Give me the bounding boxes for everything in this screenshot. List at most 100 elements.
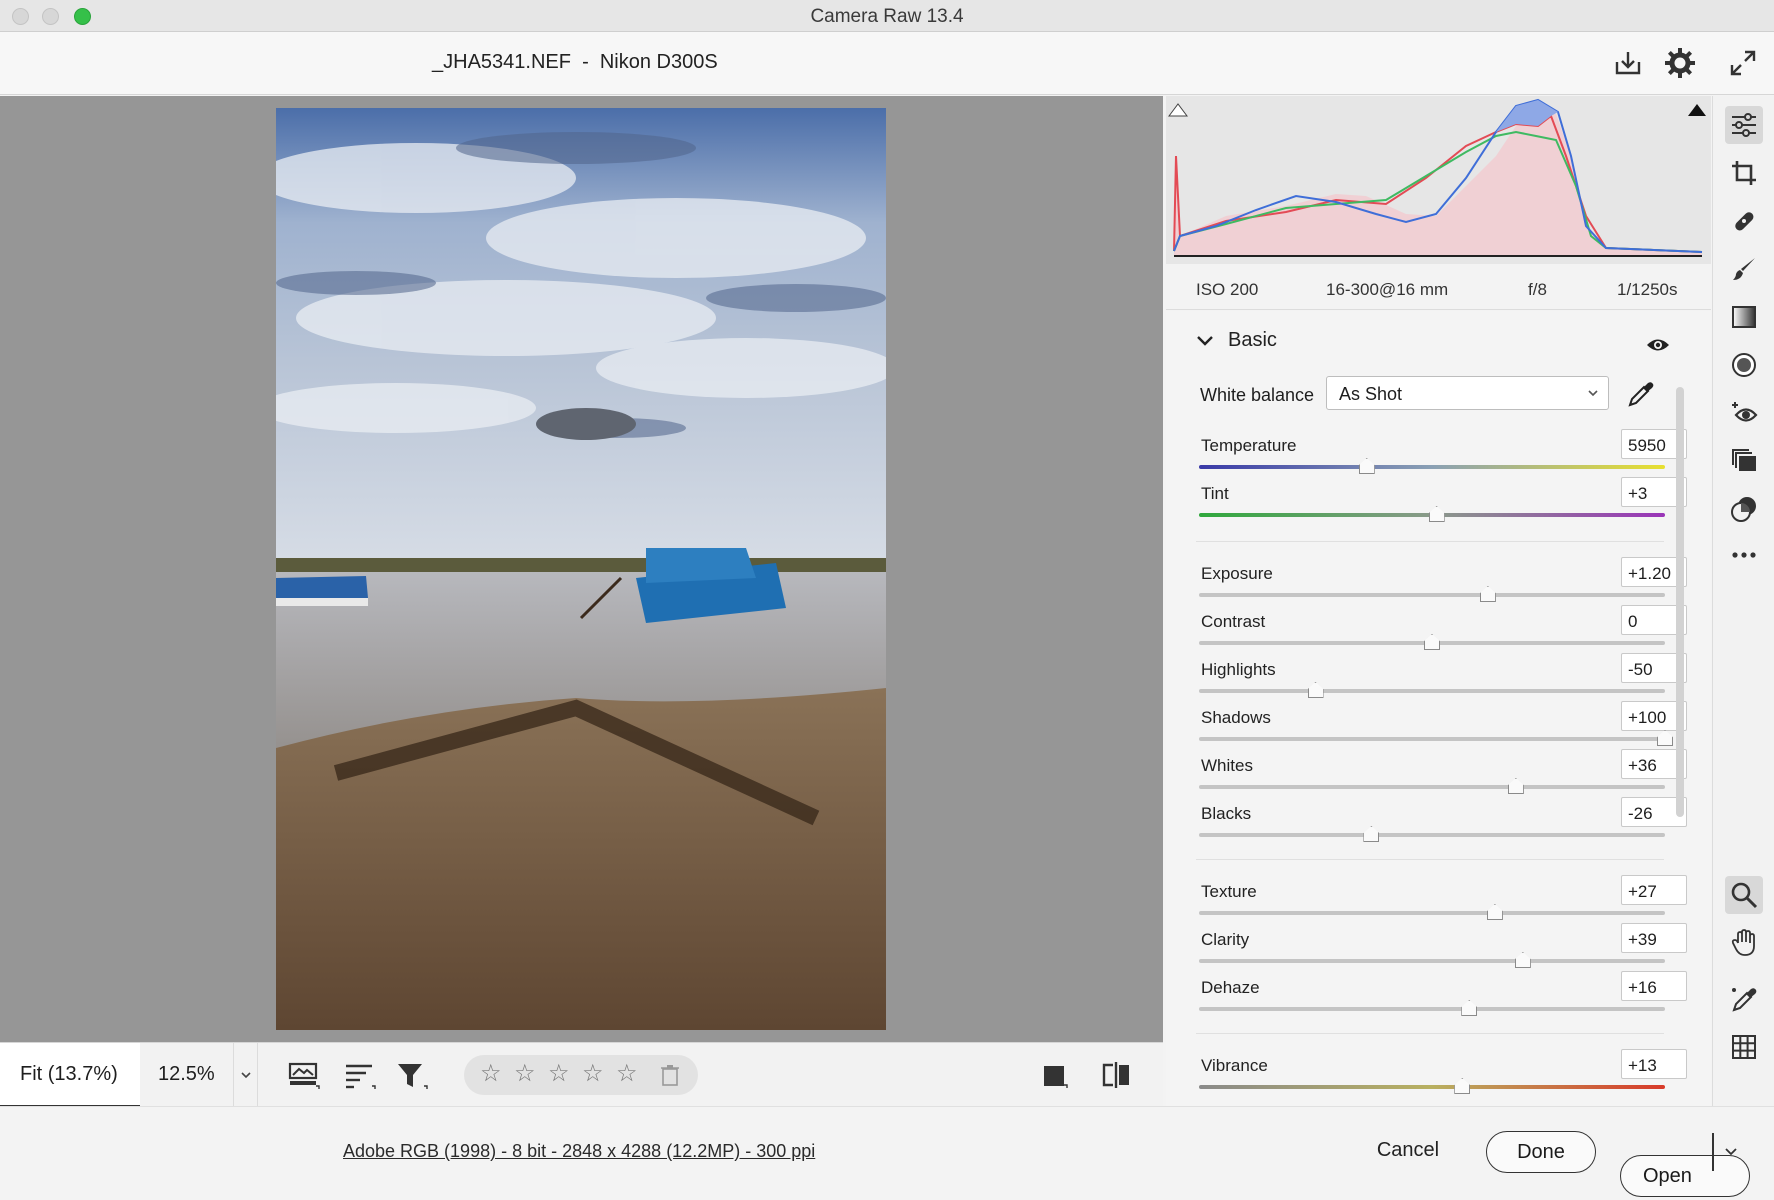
contrast-slider[interactable]: Contrast 0 [1196,605,1687,653]
presets-button[interactable] [1725,490,1763,528]
section-divider [1196,859,1664,860]
filmstrip-button[interactable] [288,1060,320,1090]
tint-slider[interactable]: Tint +3 [1196,477,1687,525]
document-header: _JHA5341.NEF - Nikon D300S [0,32,1774,95]
chevron-down-icon [1588,390,1598,397]
delete-icon[interactable] [660,1064,680,1091]
white-balance-eyedropper[interactable] [1626,379,1656,414]
slider-track[interactable] [1199,911,1665,915]
exif-info-bar: ISO 200 16-300@16 mm f/8 1/1250s [1166,264,1711,310]
fullscreen-button[interactable] [1728,48,1758,78]
slider-thumb[interactable] [1363,826,1380,842]
photo-image [276,108,886,1030]
zoom-fit-button[interactable]: Fit (13.7%) [0,1043,140,1107]
slider-track[interactable] [1199,737,1665,741]
slider-thumb[interactable] [1428,506,1445,522]
slider-label: Blacks [1201,804,1252,823]
filter-button[interactable] [396,1060,428,1090]
chevron-down-icon [241,1072,251,1079]
star-4-icon[interactable]: ☆ [582,1062,604,1086]
zoom-dropdown-button[interactable] [234,1043,258,1107]
slider-thumb[interactable] [1358,458,1375,474]
slider-thumb[interactable] [1507,778,1524,794]
star-3-icon[interactable]: ☆ [548,1062,570,1086]
star-2-icon[interactable]: ☆ [514,1062,536,1086]
slider-track[interactable] [1199,689,1665,693]
more-options-button[interactable] [1725,536,1763,574]
basic-section-header[interactable]: Basic [1196,329,1277,352]
done-button[interactable]: Done [1486,1131,1596,1173]
dialog-footer: Adobe RGB (1998) - 8 bit - 2848 x 4288 (… [0,1106,1774,1200]
temperature-slider[interactable]: Temperature 5950 [1196,429,1687,477]
graduated-filter-button[interactable] [1725,298,1763,336]
slider-thumb[interactable] [1486,904,1503,920]
dehaze-slider[interactable]: Dehaze +16 [1196,971,1687,1019]
slider-thumb[interactable] [1307,682,1324,698]
clarity-slider[interactable]: Clarity +39 [1196,923,1687,971]
slider-value-input[interactable]: +13 [1621,1049,1687,1079]
slider-track[interactable] [1199,833,1665,837]
crop-tool-button[interactable] [1725,154,1763,192]
snapshots-button[interactable] [1725,442,1763,480]
slider-thumb[interactable] [1454,1078,1471,1094]
shadows-slider[interactable]: Shadows +100 [1196,701,1687,749]
histogram [1166,96,1711,264]
panel-scrollbar[interactable] [1676,387,1684,817]
open-options-button[interactable] [1714,1131,1748,1173]
snapshots-icon [1732,449,1756,471]
red-eye-tool-button[interactable] [1725,394,1763,432]
slider-track[interactable] [1199,1007,1665,1011]
slider-label: Temperature [1201,436,1297,455]
vibrance-slider[interactable]: Vibrance +13 [1196,1049,1687,1097]
slider-thumb[interactable] [1461,1000,1478,1016]
slider-label: Shadows [1201,708,1271,727]
edit-tool-button[interactable] [1725,106,1763,144]
slider-label: Vibrance [1201,1056,1268,1075]
star-1-icon[interactable]: ☆ [480,1062,502,1086]
slider-value-input[interactable]: +39 [1621,923,1687,953]
healing-tool-button[interactable] [1725,202,1763,240]
iso-value: ISO 200 [1196,280,1259,299]
slider-thumb[interactable] [1514,952,1531,968]
highlights-slider[interactable]: Highlights -50 [1196,653,1687,701]
blacks-slider[interactable]: Blacks -26 [1196,797,1687,845]
sliders-icon [1732,113,1756,137]
preview-toggle-button[interactable] [1040,1060,1072,1090]
slider-track[interactable] [1199,465,1665,469]
slider-value-input[interactable]: +16 [1621,971,1687,1001]
brush-tool-button[interactable] [1725,250,1763,288]
slider-track[interactable] [1199,785,1665,789]
hand-tool-button[interactable] [1725,924,1763,962]
star-5-icon[interactable]: ☆ [616,1062,638,1086]
slider-track[interactable] [1199,1085,1665,1089]
workflow-options-link[interactable]: Adobe RGB (1998) - 8 bit - 2848 x 4288 (… [343,1141,815,1162]
zoom-tool-button[interactable] [1725,876,1763,914]
zoom-percent-button[interactable]: 12.5% [140,1043,234,1107]
slider-track[interactable] [1199,593,1665,597]
image-preview-area[interactable] [0,96,1163,1119]
file-title: _JHA5341.NEF - Nikon D300S [432,51,718,73]
white-balance-label: White balance [1200,385,1315,405]
white-balance-select[interactable]: As Shot [1326,376,1609,410]
before-after-button[interactable] [1100,1060,1132,1090]
color-sampler-button[interactable] [1725,980,1763,1018]
visibility-toggle-button[interactable] [1646,337,1670,358]
histogram-chart [1168,98,1706,257]
before-after-icon [1102,1062,1129,1088]
exposure-slider[interactable]: Exposure +1.20 [1196,557,1687,605]
slider-thumb[interactable] [1424,634,1440,650]
slider-thumb[interactable] [1657,730,1673,746]
filter-icon [398,1064,428,1089]
grid-toggle-button[interactable] [1725,1028,1763,1066]
slider-track[interactable] [1199,959,1665,963]
slider-thumb[interactable] [1479,586,1496,602]
slider-value-input[interactable]: +27 [1621,875,1687,905]
texture-slider[interactable]: Texture +27 [1196,875,1687,923]
sort-button[interactable] [344,1060,376,1090]
star-rating[interactable]: ☆ ☆ ☆ ☆ ☆ [464,1055,698,1095]
whites-slider[interactable]: Whites +36 [1196,749,1687,797]
cancel-button[interactable]: Cancel [1360,1129,1456,1171]
preferences-button[interactable] [1665,48,1695,78]
radial-filter-button[interactable] [1725,346,1763,384]
save-image-button[interactable] [1613,48,1643,78]
